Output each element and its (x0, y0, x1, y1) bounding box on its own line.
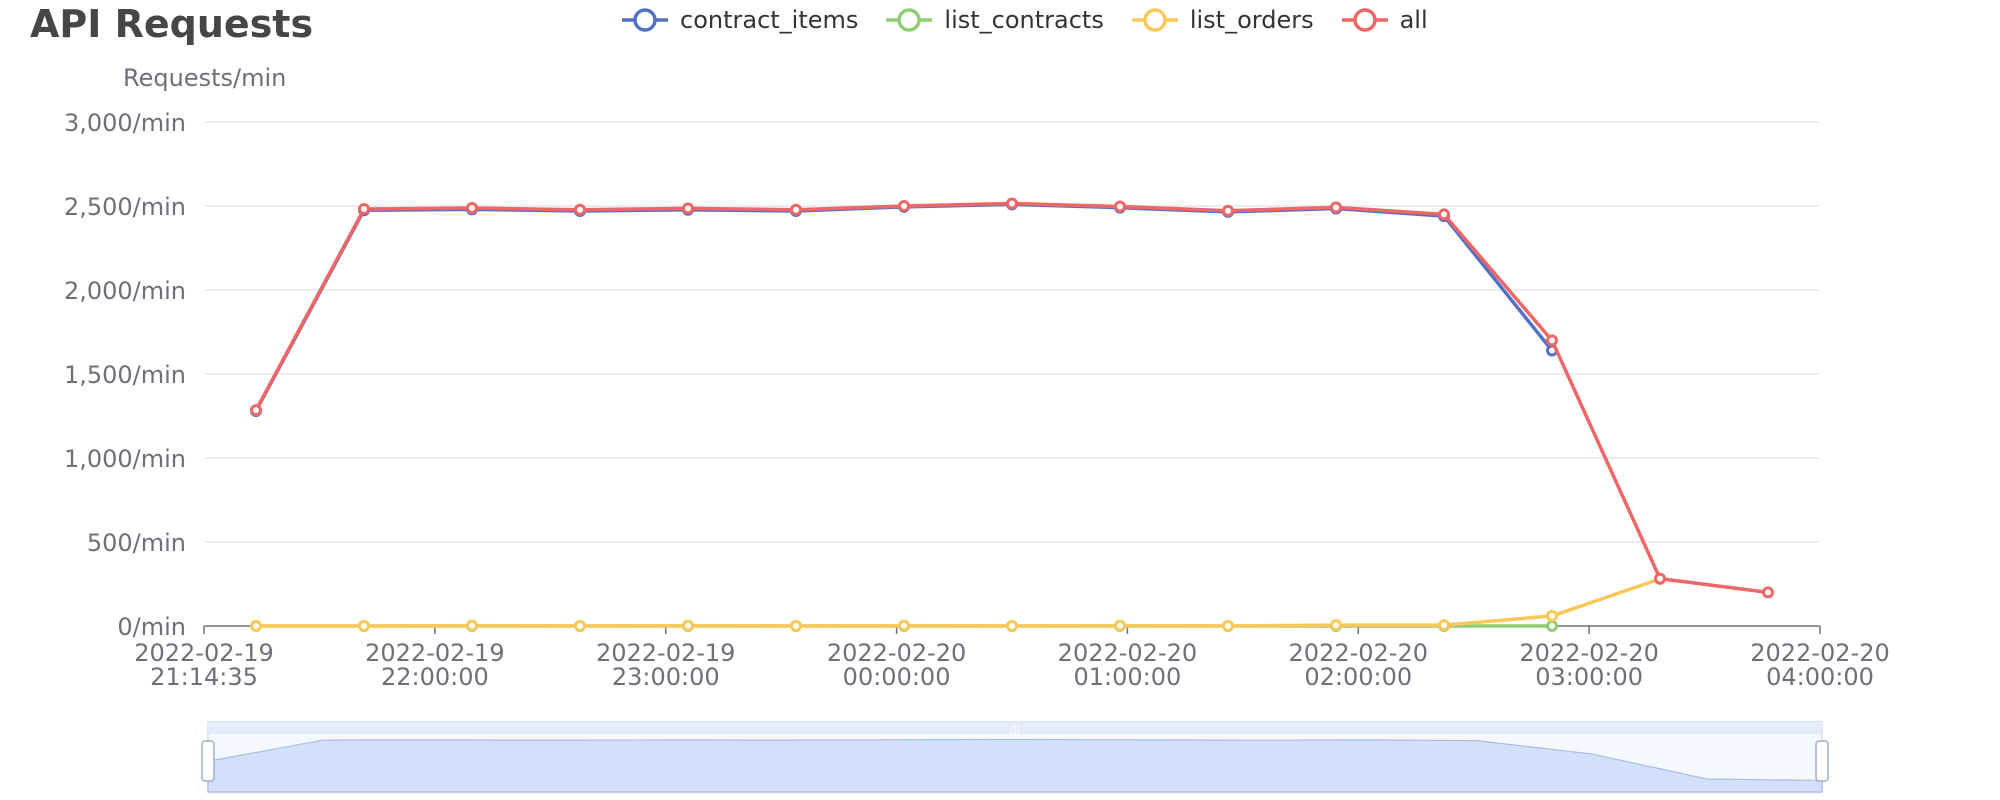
data-point-list_orders (1006, 620, 1018, 632)
data-point-all (1438, 208, 1450, 221)
data-point-list_orders (1330, 619, 1342, 632)
data-point-all (1006, 197, 1018, 210)
y-tick-label: 2,000/min (64, 277, 186, 305)
y-tick-label: 2,500/min (64, 193, 186, 221)
zoom-handle-right[interactable] (1815, 740, 1829, 782)
data-point-list_orders (574, 620, 586, 632)
data-point-all (1330, 201, 1342, 214)
data-point-list_orders (1438, 619, 1450, 632)
zoom-grip-icon[interactable]: ||| (1010, 724, 1020, 735)
series-line-contract_items (254, 202, 1554, 412)
x-tick-label: 21:14:35 (150, 663, 258, 691)
series-line-list_orders (256, 577, 1661, 628)
data-point-list_orders (1546, 609, 1558, 622)
data-point-all (1762, 586, 1774, 599)
data-point-list_orders (466, 619, 478, 632)
x-tick-label: 04:00:00 (1766, 663, 1874, 691)
y-axis-label: Requests/min (123, 64, 286, 92)
data-point-list_orders (1222, 620, 1234, 632)
data-point-list_orders (682, 619, 694, 632)
zoom-handle-left[interactable] (201, 740, 215, 782)
data-point-all (358, 203, 370, 216)
x-tick-label: 03:00:00 (1535, 663, 1643, 691)
x-tick-label: 22:00:00 (381, 663, 489, 691)
data-point-all (574, 203, 586, 216)
y-tick-label: 0/min (117, 613, 186, 641)
data-point-list_orders (898, 619, 910, 632)
y-tick-label: 1,000/min (64, 445, 186, 473)
chart-canvas: Requests/min 0/min 500/min 1,000/min 1,500/m… (64, 64, 1890, 793)
y-tick-label: 3,000/min (64, 109, 186, 137)
x-tick-label: 23:00:00 (612, 663, 720, 691)
y-tick-label: 1,500/min (64, 361, 186, 389)
data-point-all (1546, 334, 1558, 347)
data-point-all (466, 202, 478, 215)
data-point-list_orders (1114, 619, 1126, 632)
data-point-list_orders (358, 620, 370, 632)
data-point-all (1222, 204, 1234, 217)
x-tick-label: 02:00:00 (1304, 663, 1412, 691)
data-point-all (898, 200, 910, 212)
data-point-list_contracts (1546, 620, 1558, 632)
y-tick-label: 500/min (87, 529, 186, 557)
data-point-all (1654, 572, 1666, 585)
series-line-all (254, 201, 1769, 595)
x-tick-label: 00:00:00 (843, 663, 951, 691)
data-point-all (682, 202, 694, 215)
data-point-list_orders (250, 620, 262, 632)
data-point-list_orders (790, 620, 802, 632)
data-point-all (1114, 200, 1126, 213)
data-point-all (250, 404, 262, 417)
data-point-all (790, 203, 802, 216)
x-tick-label: 01:00:00 (1074, 663, 1182, 691)
